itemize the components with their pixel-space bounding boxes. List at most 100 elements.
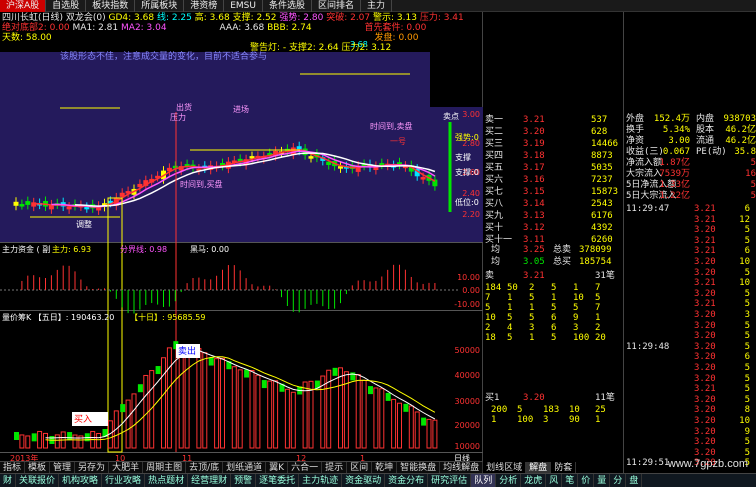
indicator-tab[interactable]: 模板 [25,462,51,473]
sub2-bar [220,357,225,449]
tb-emsu[interactable]: EMSU [224,0,263,12]
tick-price: 3.21 [694,246,716,257]
view-tab[interactable]: 分 [610,473,627,487]
indicator-tab[interactable]: 翼K [266,462,289,473]
annotation-adjust: 调整 [76,219,92,229]
sub2-axis-label: 10000 [455,442,480,451]
info-tab[interactable]: 关联报价 [16,473,60,487]
tick-price: 3.21 [694,214,716,225]
book-level-price: 3.20 [523,127,545,137]
indicator-tab[interactable]: 均线解盘 [440,462,484,473]
indicator-tab[interactable]: 管理 [50,462,76,473]
sum-price: 3.25 [523,245,545,255]
tb-condition-pick[interactable]: 条件选股 [263,0,313,12]
tick-price: 3.20 [694,225,716,236]
info-tab[interactable]: 分析 [496,473,522,487]
book-level-vol: 8873 [591,151,613,161]
info-tab[interactable]: 财 [0,473,17,487]
info-tab[interactable]: 主力轨迹 [299,473,343,487]
indicator-tab[interactable]: 另存为 [75,462,110,473]
info-tab[interactable]: 资金驱动 [342,473,386,487]
kline-chart-svg[interactable]: 3.002.802.602.402.20时间到,买盘时间到,卖盘出货 进场一号调整… [0,12,483,461]
book-level-label: 买四 [485,151,504,161]
info-tab[interactable]: 热点题材 [145,473,189,487]
tick-row: 3.20 5 [624,331,756,342]
tb-hs-a-shares[interactable]: 沪深A股 [0,0,47,12]
tick-price: 3.21 [694,384,716,395]
tb-sector-index[interactable]: 板块指数 [86,0,136,12]
tick-vol: 10 [739,257,750,267]
tick-row: 3.20 6 [624,352,756,363]
tick-vol: 5 [744,373,750,384]
view-tab[interactable]: 量 [594,473,611,487]
indicator-tab[interactable]: 去顶/底 [186,462,224,473]
indicator-tab[interactable]: 划线区域 [483,462,527,473]
info-tab[interactable]: 资金分布 [385,473,429,487]
indicator-tab[interactable]: 大肥羊 [109,462,144,473]
info-tab[interactable]: 机构攻略 [59,473,103,487]
queue-count: 11笔 [595,393,615,403]
indicator-tab[interactable]: 乾坤 [372,462,398,473]
book-level-label: 买八 [485,199,504,209]
stats-ticks-panel: 外盘 152.4万 内盘 938703 换手 5.34% 股本 46.2亿 净资 3.00 流通 46… [624,12,756,473]
stat-value2: 5 [750,180,756,190]
queue-label: 卖 [485,271,495,281]
indicator-tab[interactable]: 指标 [0,462,26,473]
sell-label: 卖出 [178,345,196,357]
sub2-bar [355,374,361,449]
indicator-tab[interactable]: 智能换盘 [397,462,441,473]
stat-value2: 5 [750,191,756,201]
kline-chart-panel[interactable]: 3.00 2.80 2.60 2.40 2.20 时间到,买盘 时间到,卖盘 出货 进场 一号 调整… [0,12,483,461]
annotation-support0: 支撑:0 [455,167,479,177]
book-level-price: 3.13 [523,211,545,221]
sub2-bar [72,434,78,449]
book-level-price: 3.14 [523,199,545,209]
info-tab[interactable]: 研究评估 [428,473,472,487]
info-tab[interactable]: 队列 [471,473,497,487]
x-axis-label: 10 [115,454,125,461]
tick-price: 3.20 [694,416,716,426]
tick-vol: 3 [744,310,750,320]
tick-time: 11:29:51 [626,458,670,469]
tb-range-rank[interactable]: 区间排名 [312,0,362,12]
hv-days: 天数: 58.00 [2,33,52,43]
indicator-tab[interactable]: 划纸通道 [223,462,267,473]
stat-label: 净资 [626,136,645,146]
indicator-tab[interactable]: 防套 [551,462,577,473]
info-tab[interactable]: 经营理财 [188,473,232,487]
indicator-tab[interactable]: 提示 [322,462,348,473]
info-tab[interactable]: 行业攻略 [102,473,146,487]
sub2-bar [202,352,208,449]
info-tab[interactable]: 预警 [231,473,257,487]
hv-pressure: 压力: 3.41 [419,13,464,23]
tick-vol: 5 [744,267,750,278]
indicator-tab[interactable]: 周期主图 [143,462,187,473]
info-tab[interactable]: 风 [546,473,563,487]
view-tab[interactable]: 笔 [562,473,579,487]
sub2-bar [67,432,73,441]
divider-1 [0,242,483,243]
tb-watchlist[interactable]: 自选股 [46,0,87,12]
annotation-sell-time: 时间到,卖盘 [370,121,413,131]
info-tab[interactable]: 龙虎 [521,473,547,487]
price-axis-label: 2.20 [462,210,480,219]
tb-main-force[interactable]: 主力 [361,0,393,12]
indicator-tab[interactable]: 六合一 [288,462,323,473]
info-tab[interactable]: 逐笔委托 [256,473,300,487]
order-book-panel: 卖一 3.21 537 买二 3.20 628 买三 3.19 14466 买四 3.18 8873 买… [483,12,624,473]
view-tab[interactable]: 盘 [626,473,643,487]
indicator-tab[interactable]: 区间 [347,462,373,473]
sub2-bar [408,405,414,449]
tick-vol: 12 [739,214,750,225]
stat-value: 3.00 [668,136,690,146]
view-tab[interactable]: 价 [578,473,595,487]
tb-own-sector[interactable]: 所属板块 [135,0,185,12]
tick-price: 3.20 [694,363,716,373]
book-level-label: 买六 [485,175,504,185]
sub2-bar [320,375,326,449]
tb-hk-capital[interactable]: 港资榜 [184,0,225,12]
sub2-bar [214,358,220,449]
tick-vol: 9 [744,426,750,437]
annotation-strong0: 强势:0 [455,132,479,142]
indicator-tab[interactable]: 解盘 [526,462,552,473]
